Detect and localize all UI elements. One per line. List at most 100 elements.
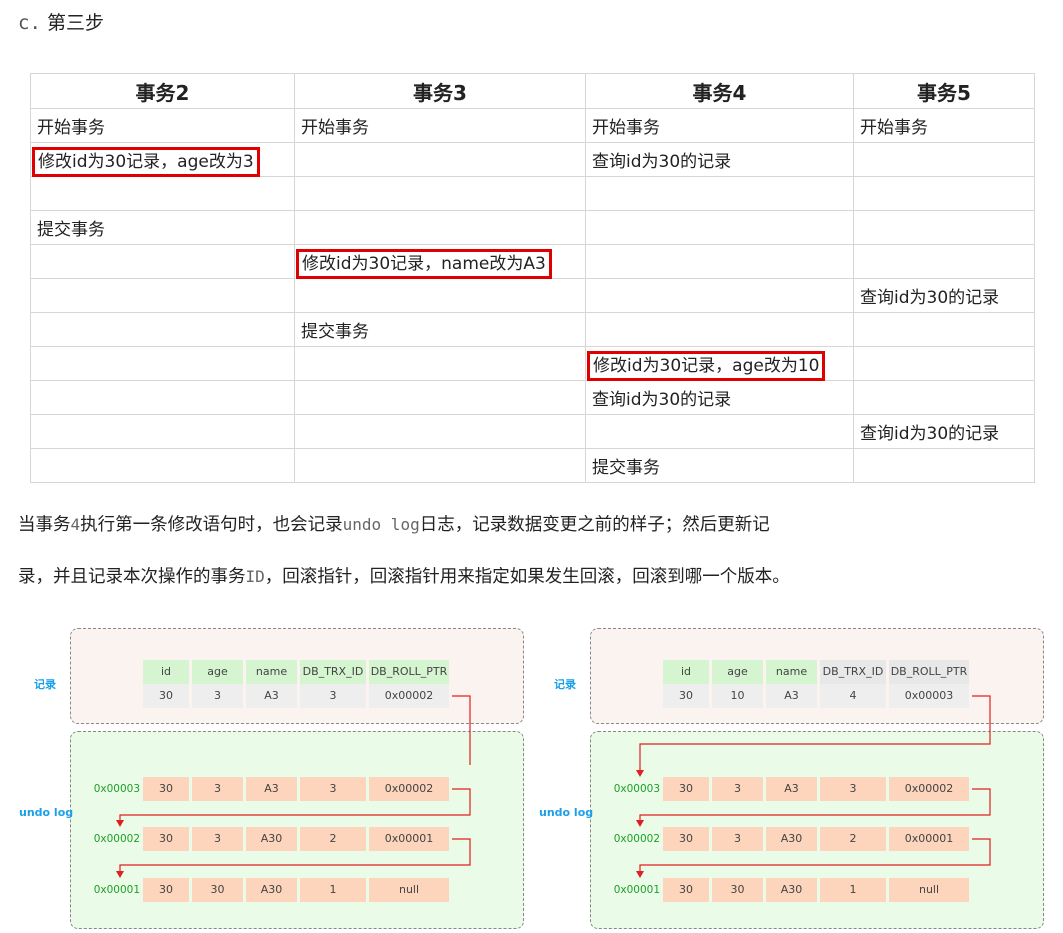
- table-row: [30, 176, 1035, 211]
- cell-text: 修改id为30记录，name改为A3: [296, 249, 552, 279]
- table-cell: [294, 210, 586, 245]
- para-text: ，回滚指针，回滚指针用来指定如果发生回滚，回滚到哪一个版本。: [264, 567, 790, 587]
- undo-pointer-line-2: [639, 838, 991, 875]
- table-header: 事务5: [853, 73, 1035, 109]
- table-header: 事务3: [294, 73, 586, 109]
- roll-pointer-arrows: [116, 695, 471, 878]
- table-cell: 提交事务: [30, 210, 295, 245]
- section-heading: c. 第三步: [18, 8, 104, 35]
- table-cell: [585, 244, 854, 279]
- table-cell: 开始事务: [853, 108, 1035, 143]
- table-row: 修改id为30记录，age改为3 查询id为30的记录: [30, 142, 1035, 177]
- record-pointer-line: [452, 695, 471, 765]
- para-code: ID: [245, 567, 265, 586]
- table-cell: 查询id为30的记录: [853, 278, 1035, 313]
- table-row: 提交事务: [30, 210, 1035, 245]
- table-cell: [30, 346, 295, 381]
- arrow-head-icon: [636, 820, 644, 827]
- table-cell: [585, 278, 854, 313]
- cell-text: 修改id为30记录，age改为10: [586, 351, 826, 381]
- heading-prefix: c.: [18, 12, 41, 34]
- table-cell: [294, 414, 586, 449]
- table-cell: [853, 448, 1035, 483]
- table-cell: [853, 380, 1035, 415]
- roll-pointer-arrows: [636, 695, 991, 878]
- cell-text: 开始事务: [301, 118, 369, 138]
- para-text: 录，并且记录本次操作的事务: [18, 567, 246, 587]
- table-cell: [30, 414, 295, 449]
- para-code: undo log: [342, 515, 420, 534]
- table-cell: [585, 312, 854, 347]
- arrow-head-icon: [636, 770, 644, 777]
- cell-text: 提交事务: [301, 322, 369, 342]
- cell-text: 开始事务: [860, 118, 928, 138]
- table-cell: 开始事务: [585, 108, 854, 143]
- table-row: 开始事务 开始事务 开始事务 开始事务: [30, 108, 1035, 143]
- para-text: 日志，记录数据变更之前的样子；然后更新记: [419, 515, 770, 535]
- transaction-table: 事务2 事务3 事务4 事务5 开始事务 开始事务 开始事务 开始事务修改id为30记…: [30, 73, 1035, 483]
- table-header: 事务4: [585, 73, 854, 109]
- heading-text: 第三步: [46, 12, 104, 34]
- cell-text: 查询id为30的记录: [860, 424, 1000, 444]
- table-cell: [853, 244, 1035, 279]
- table-cell: [294, 380, 586, 415]
- cell-text: 开始事务: [592, 118, 660, 138]
- table-cell: [294, 176, 586, 211]
- table-cell: 开始事务: [30, 108, 295, 143]
- table-cell: [294, 278, 586, 313]
- table-row: 查询id为30的记录: [30, 414, 1035, 449]
- cell-text: 查询id为30的记录: [592, 390, 732, 410]
- record-pointer-line: [639, 695, 991, 774]
- table-row: 提交事务: [30, 448, 1035, 483]
- cell-text: 开始事务: [37, 118, 105, 138]
- para-code: 4: [70, 515, 81, 534]
- undo-pointer-line-1: [639, 788, 991, 825]
- arrow-head-icon: [636, 871, 644, 878]
- table-cell: 查询id为30的记录: [853, 414, 1035, 449]
- table-cell: [30, 312, 295, 347]
- arrow-head-icon: [116, 820, 124, 827]
- table-row: 提交事务: [30, 312, 1035, 347]
- version-chain-diagram-left: 记录 undo log id age name DB_TRX_ID DB_ROLL_PTR 3…: [0, 620, 531, 933]
- table-cell: [30, 176, 295, 211]
- table-cell: [853, 210, 1035, 245]
- table-cell: 开始事务: [294, 108, 586, 143]
- table-cell: [853, 312, 1035, 347]
- table-cell: 提交事务: [585, 448, 854, 483]
- table-cell: [853, 176, 1035, 211]
- table-row: 查询id为30的记录: [30, 278, 1035, 313]
- table-cell: 修改id为30记录，name改为A3: [294, 244, 586, 279]
- table-cell: [294, 448, 586, 483]
- table-header-row: 事务2 事务3 事务4 事务5: [30, 73, 1035, 109]
- table-cell: [294, 346, 586, 381]
- description-line-1: 当事务4执行第一条修改语句时，也会记录undo log日志，记录数据变更之前的样…: [18, 508, 1048, 542]
- table-cell: 修改id为30记录，age改为10: [585, 346, 854, 381]
- table-row: 修改id为30记录，age改为10: [30, 346, 1035, 381]
- table-cell: [30, 278, 295, 313]
- table-cell: [30, 380, 295, 415]
- table-cell: [30, 244, 295, 279]
- table-cell: 查询id为30的记录: [585, 142, 854, 177]
- table-cell: [585, 414, 854, 449]
- table-cell: [30, 448, 295, 483]
- table-cell: 修改id为30记录，age改为3: [30, 142, 295, 177]
- table-header: 事务2: [30, 73, 295, 109]
- description-line-2: 录，并且记录本次操作的事务ID，回滚指针，回滚指针用来指定如果发生回滚，回滚到哪…: [18, 560, 1048, 594]
- table-cell: 提交事务: [294, 312, 586, 347]
- cell-text: 查询id为30的记录: [860, 288, 1000, 308]
- para-text: 当事务: [18, 515, 71, 535]
- table-row: 修改id为30记录，name改为A3: [30, 244, 1035, 279]
- table-cell: [585, 210, 854, 245]
- table-cell: [585, 176, 854, 211]
- table-row: 查询id为30的记录: [30, 380, 1035, 415]
- table-cell: [294, 142, 586, 177]
- cell-text: 查询id为30的记录: [592, 152, 732, 172]
- cell-text: 修改id为30记录，age改为3: [32, 147, 260, 177]
- arrow-head-icon: [116, 871, 124, 878]
- cell-text: 提交事务: [37, 220, 105, 240]
- table-cell: [853, 142, 1035, 177]
- table-cell: 查询id为30的记录: [585, 380, 854, 415]
- version-chain-diagram-right: 记录 undo log id age name DB_TRX_ID DB_ROLL_PTR 3…: [520, 620, 1051, 933]
- undo-pointer-line-2: [119, 838, 471, 875]
- table-cell: [853, 346, 1035, 381]
